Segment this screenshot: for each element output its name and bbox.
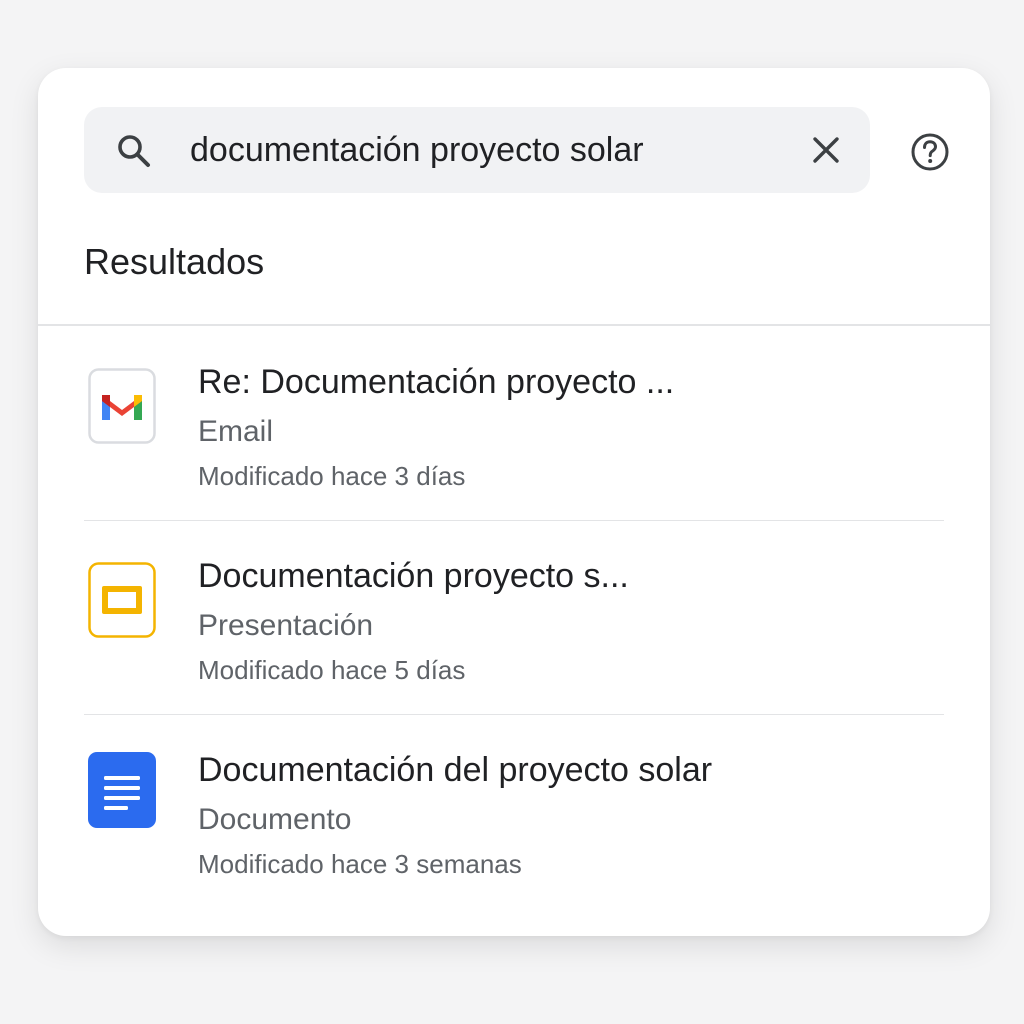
result-item-presentation[interactable]: Documentación proyecto s... Presentación… xyxy=(84,556,944,750)
result-modified: Modificado hace 3 semanas xyxy=(198,849,522,879)
search-results-panel: documentación proyecto solar Resultados … xyxy=(38,68,990,936)
divider xyxy=(84,714,944,715)
search-input[interactable]: documentación proyecto solar xyxy=(190,107,644,193)
search-bar[interactable]: documentación proyecto solar xyxy=(84,107,870,193)
search-icon xyxy=(118,135,150,167)
gmail-icon xyxy=(88,368,156,444)
result-modified: Modificado hace 5 días xyxy=(198,655,466,685)
result-type: Email xyxy=(198,415,274,448)
slides-icon xyxy=(88,562,156,638)
close-icon[interactable] xyxy=(804,128,848,172)
result-type: Presentación xyxy=(198,609,374,642)
result-title: Documentación proyecto s... xyxy=(198,557,629,595)
result-item-document[interactable]: Documentación del proyecto solar Documen… xyxy=(84,750,944,944)
results-heading: Resultados xyxy=(84,241,265,282)
result-type: Documento xyxy=(198,803,352,836)
result-item-email[interactable]: Re: Documentación proyecto ... Email Mod… xyxy=(84,362,944,556)
result-title: Documentación del proyecto solar xyxy=(198,751,713,789)
divider xyxy=(84,520,944,521)
result-title: Re: Documentación proyecto ... xyxy=(198,363,675,401)
divider xyxy=(38,324,990,326)
result-modified: Modificado hace 3 días xyxy=(198,461,466,491)
help-circle-icon[interactable] xyxy=(908,130,952,174)
docs-icon xyxy=(88,752,156,828)
